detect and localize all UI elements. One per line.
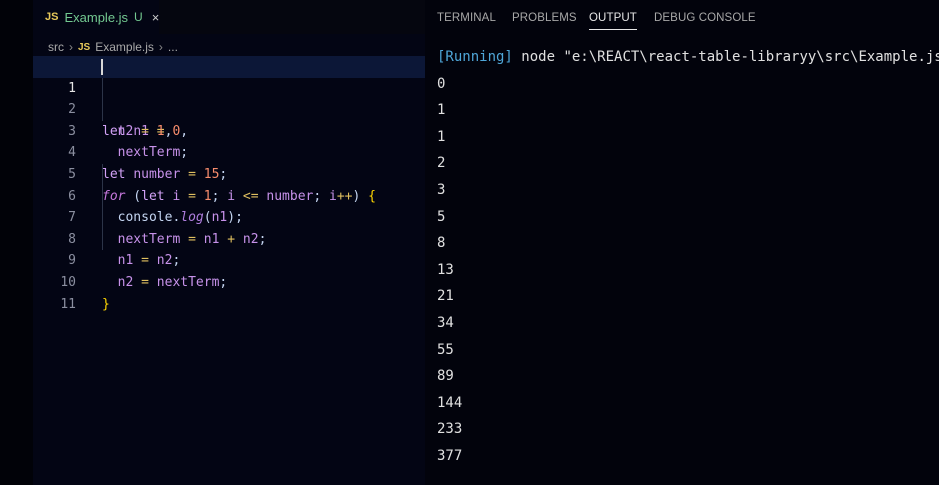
- editor-group: JS Example.js U × src › JS Example.js › …: [33, 0, 425, 485]
- output-line: 1: [437, 128, 446, 145]
- code-line[interactable]: 8 n1 = n2;: [33, 207, 425, 269]
- output-line: 55: [437, 341, 454, 358]
- untracked-status-badge: U: [134, 10, 143, 24]
- chevron-right-icon: ›: [158, 40, 163, 54]
- tab-terminal[interactable]: TERMINAL: [437, 12, 496, 24]
- line-number: 11: [60, 296, 76, 312]
- code-line[interactable]: 3 nextTerm;: [33, 99, 425, 161]
- bottom-panel: TERMINAL PROBLEMS OUTPUT DEBUG CONSOLE […: [425, 0, 939, 485]
- breadcrumb-file[interactable]: Example.js: [95, 40, 154, 54]
- tab-filename: Example.js: [64, 9, 129, 25]
- output-line: 0: [437, 75, 446, 92]
- code-line[interactable]: 10 }: [33, 250, 425, 312]
- js-file-icon: JS: [78, 41, 91, 53]
- code-line[interactable]: 6 console.log(n1);: [33, 164, 425, 226]
- code-text: }: [102, 296, 110, 312]
- output-line: 89: [437, 368, 454, 385]
- code-line[interactable]: 11: [33, 272, 425, 312]
- output-line: 144: [437, 394, 463, 411]
- output-line: 13: [437, 261, 454, 278]
- code-line[interactable]: 4 let number = 15;: [33, 121, 425, 182]
- tab-problems[interactable]: PROBLEMS: [512, 12, 577, 24]
- output-line: 21: [437, 288, 454, 305]
- output-line: 5: [437, 208, 446, 225]
- code-editor[interactable]: 1 let n1 = 0, 2 n2 = 1, 3 nextTerm; 4 le…: [33, 56, 425, 312]
- tab-output[interactable]: OUTPUT: [589, 12, 637, 30]
- run-command: node "e:\REACT\react-table-libraryy\src\…: [521, 49, 939, 65]
- code-line[interactable]: 9 n2 = nextTerm;: [33, 229, 425, 290]
- code-line[interactable]: 2 n2 = 1,: [33, 78, 425, 139]
- output-console[interactable]: [Running] node "e:\REACT\react-table-lib…: [437, 44, 939, 470]
- run-command-line: [Running] node "e:\REACT\react-table-lib…: [437, 44, 939, 71]
- editor-tab-bar: JS Example.js U ×: [33, 0, 425, 34]
- output-line: 1: [437, 102, 446, 119]
- activity-bar: [0, 0, 33, 485]
- output-line: 8: [437, 235, 446, 252]
- code-line[interactable]: 1 let n1 = 0,: [33, 56, 425, 139]
- output-line: 2: [437, 155, 446, 172]
- panel-tab-bar: TERMINAL PROBLEMS OUTPUT DEBUG CONSOLE: [425, 0, 939, 36]
- code-line[interactable]: 7 nextTerm = n1 + n2;: [33, 186, 425, 247]
- text-cursor: [101, 59, 103, 75]
- output-line: 377: [437, 447, 463, 464]
- tab-debug-console[interactable]: DEBUG CONSOLE: [654, 12, 756, 24]
- breadcrumb-folder[interactable]: src: [48, 40, 64, 54]
- tab-example-js[interactable]: JS Example.js U ×: [33, 0, 159, 34]
- breadcrumb-more[interactable]: ...: [168, 40, 178, 54]
- output-line: 34: [437, 314, 454, 331]
- running-tag: [Running]: [437, 49, 513, 65]
- output-line: 3: [437, 181, 446, 198]
- code-line[interactable]: 5 for (let i = 1; i <= number; i++) {: [33, 142, 425, 204]
- output-line: 233: [437, 421, 463, 438]
- chevron-right-icon: ›: [69, 40, 73, 54]
- breadcrumb: src › JS Example.js › ...: [48, 38, 178, 56]
- js-file-icon: JS: [45, 11, 59, 23]
- close-icon[interactable]: ×: [152, 10, 160, 25]
